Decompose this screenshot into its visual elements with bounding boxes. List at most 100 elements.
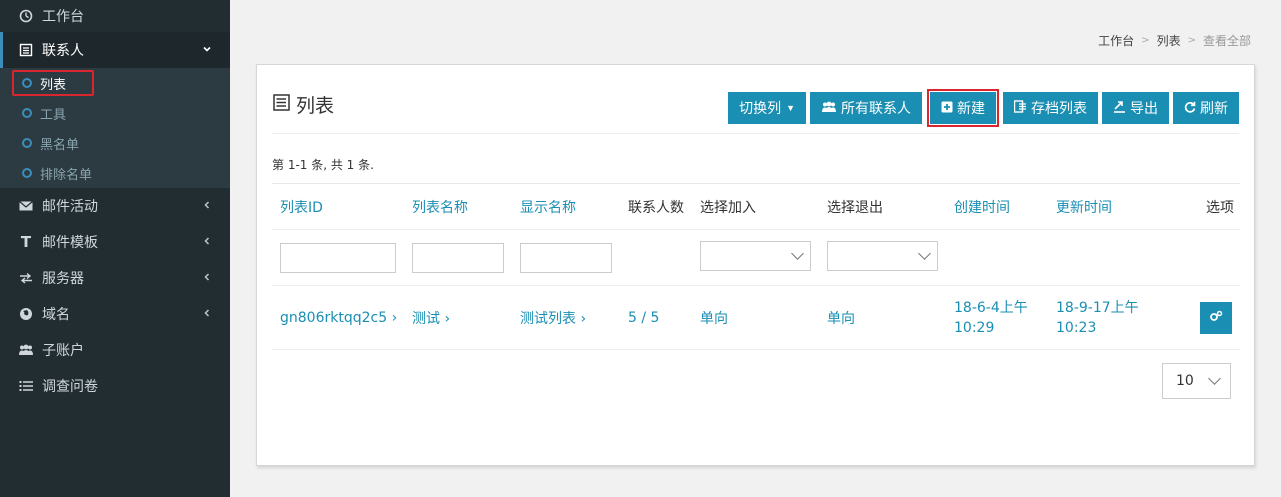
submenu-item-exclusion[interactable]: 排除名单 [0, 158, 230, 188]
sidebar-item-servers[interactable]: 服务器 [0, 260, 230, 296]
button-label: 存档列表 [1031, 100, 1087, 116]
chevron-left-icon [202, 307, 212, 321]
filter-opt-out-select[interactable] [827, 240, 938, 271]
chevron-down-icon [918, 246, 931, 260]
circle-icon [22, 108, 32, 118]
card-title-text: 列表 [296, 95, 335, 117]
empty-cell [1048, 229, 1184, 286]
circle-icon [22, 168, 32, 178]
created-time: 10:29 [954, 319, 995, 336]
toggle-columns-button[interactable]: 切换列 ▼ [728, 92, 806, 124]
contacts-submenu: 列表 工具 黑名单 排除名单 [0, 68, 230, 188]
updated-date: 18-9-17上午 [1056, 299, 1139, 316]
breadcrumb-section[interactable]: 列表 [1157, 32, 1181, 49]
updated-time: 10:23 [1056, 319, 1097, 336]
page-title: 列表 [273, 91, 334, 118]
filter-list-name-input[interactable] [412, 242, 504, 273]
new-button-wrapper: 新建 [927, 89, 999, 127]
button-label: 新建 [957, 100, 985, 116]
col-header-list-id[interactable]: 列表ID [272, 183, 404, 230]
sidebar-item-label: 域名 [42, 307, 70, 323]
all-contacts-button[interactable]: 所有联系人 [810, 92, 922, 124]
sidebar: 工作台 联系人 列表 工具 黑名单 排除名单 邮件活动 T 邮件模板 服务器 域… [0, 0, 230, 497]
submenu-item-blacklist[interactable]: 黑名单 [0, 128, 230, 158]
options-button[interactable] [1200, 301, 1232, 334]
list-icon [18, 43, 34, 57]
chevron-right-icon: > [1141, 35, 1150, 46]
lists-table: 列表ID 列表名称 显示名称 联系人数 选择加入 选择退出 创建时间 更新时间 … [272, 183, 1240, 350]
breadcrumb-home[interactable]: 工作台 [1098, 32, 1134, 49]
col-header-contacts: 联系人数 [620, 183, 692, 230]
submenu-item-tools[interactable]: 工具 [0, 98, 230, 128]
button-label: 切换列 [739, 100, 782, 116]
sidebar-item-label: 联系人 [42, 43, 84, 59]
cell-list-id[interactable]: gn806rktqq2c5 › [272, 285, 404, 350]
filter-display-name-input[interactable] [520, 242, 612, 273]
page-size-value: 10 [1176, 373, 1194, 389]
col-header-display-name[interactable]: 显示名称 [512, 183, 620, 230]
circle-icon [22, 138, 32, 148]
users-icon [821, 101, 837, 116]
filter-opt-in-select[interactable] [700, 240, 811, 271]
button-label: 所有联系人 [841, 100, 911, 116]
chevron-down-icon [791, 246, 804, 260]
empty-cell [620, 229, 692, 286]
caret-down-icon: ▼ [786, 103, 795, 113]
col-header-options: 选项 [1184, 183, 1240, 230]
sidebar-item-campaigns[interactable]: 邮件活动 [0, 188, 230, 224]
col-header-updated[interactable]: 更新时间 [1048, 183, 1184, 230]
sidebar-item-contacts[interactable]: 联系人 [0, 32, 230, 68]
page-size-select[interactable]: 10 [1162, 363, 1231, 399]
sidebar-item-templates[interactable]: T 邮件模板 [0, 224, 230, 260]
sidebar-item-label: 调查问卷 [42, 379, 98, 395]
record-count: 第 1-1 条, 共 1 条. [272, 158, 374, 172]
filter-list-id-input[interactable] [280, 242, 396, 273]
users-icon [18, 344, 34, 356]
divider [272, 133, 1239, 134]
empty-cell [1184, 229, 1240, 286]
table-row: gn806rktqq2c5 › 测试 › 测试列表 › 5 / 5 单向 单向 … [272, 285, 1240, 350]
globe-icon [18, 307, 34, 321]
submenu-item-label: 黑名单 [40, 137, 80, 153]
breadcrumb-current: 查看全部 [1202, 34, 1251, 48]
submenu-item-label: 排除名单 [40, 167, 93, 183]
sidebar-item-dashboard[interactable]: 工作台 [0, 0, 230, 32]
export-button[interactable]: 导出 [1102, 92, 1169, 124]
submenu-item-label: 工具 [40, 107, 67, 123]
button-label: 刷新 [1200, 100, 1228, 116]
list-ul-icon [18, 380, 34, 392]
cell-options [1184, 285, 1240, 350]
sidebar-item-label: 子账户 [42, 343, 84, 359]
sidebar-item-surveys[interactable]: 调查问卷 [0, 368, 230, 404]
list-icon [273, 93, 290, 116]
exchange-icon [18, 272, 34, 284]
col-header-list-name[interactable]: 列表名称 [404, 183, 512, 230]
chevron-down-icon [202, 43, 212, 57]
sidebar-item-label: 邮件活动 [42, 199, 98, 215]
sidebar-item-subaccounts[interactable]: 子账户 [0, 332, 230, 368]
dashboard-icon [18, 9, 34, 23]
new-button[interactable]: 新建 [930, 92, 996, 124]
breadcrumb: 工作台 > 列表 > 查看全部 [1098, 32, 1251, 49]
envelope-icon [18, 200, 34, 212]
refresh-button[interactable]: 刷新 [1173, 92, 1239, 124]
cell-updated: 18-9-17上午 10:23 [1048, 285, 1184, 350]
plus-square-icon [941, 101, 953, 116]
toolbar: 切换列 ▼ 所有联系人 新建 存档列表 导出 刷新 [728, 89, 1239, 127]
chevron-right-icon: > [1187, 35, 1196, 46]
archived-list-button[interactable]: 存档列表 [1003, 92, 1098, 124]
list-card: 列表 切换列 ▼ 所有联系人 新建 存档列表 导出 刷新 第 1-1 条, 共 … [256, 64, 1255, 466]
cell-list-name[interactable]: 测试 › [404, 285, 512, 350]
chevron-left-icon [202, 271, 212, 285]
sidebar-item-domains[interactable]: 域名 [0, 296, 230, 332]
created-date: 18-6-4上午 [954, 299, 1028, 316]
highlight-box [12, 70, 94, 96]
sidebar-item-label: 服务器 [42, 271, 84, 287]
cell-contacts: 5 / 5 [620, 285, 692, 350]
col-header-opt-in: 选择加入 [692, 183, 819, 230]
col-header-created[interactable]: 创建时间 [946, 183, 1048, 230]
cell-display-name[interactable]: 测试列表 › [512, 285, 620, 350]
refresh-icon [1184, 101, 1196, 116]
submenu-item-list[interactable]: 列表 [0, 68, 230, 98]
archive-icon [1013, 100, 1027, 116]
